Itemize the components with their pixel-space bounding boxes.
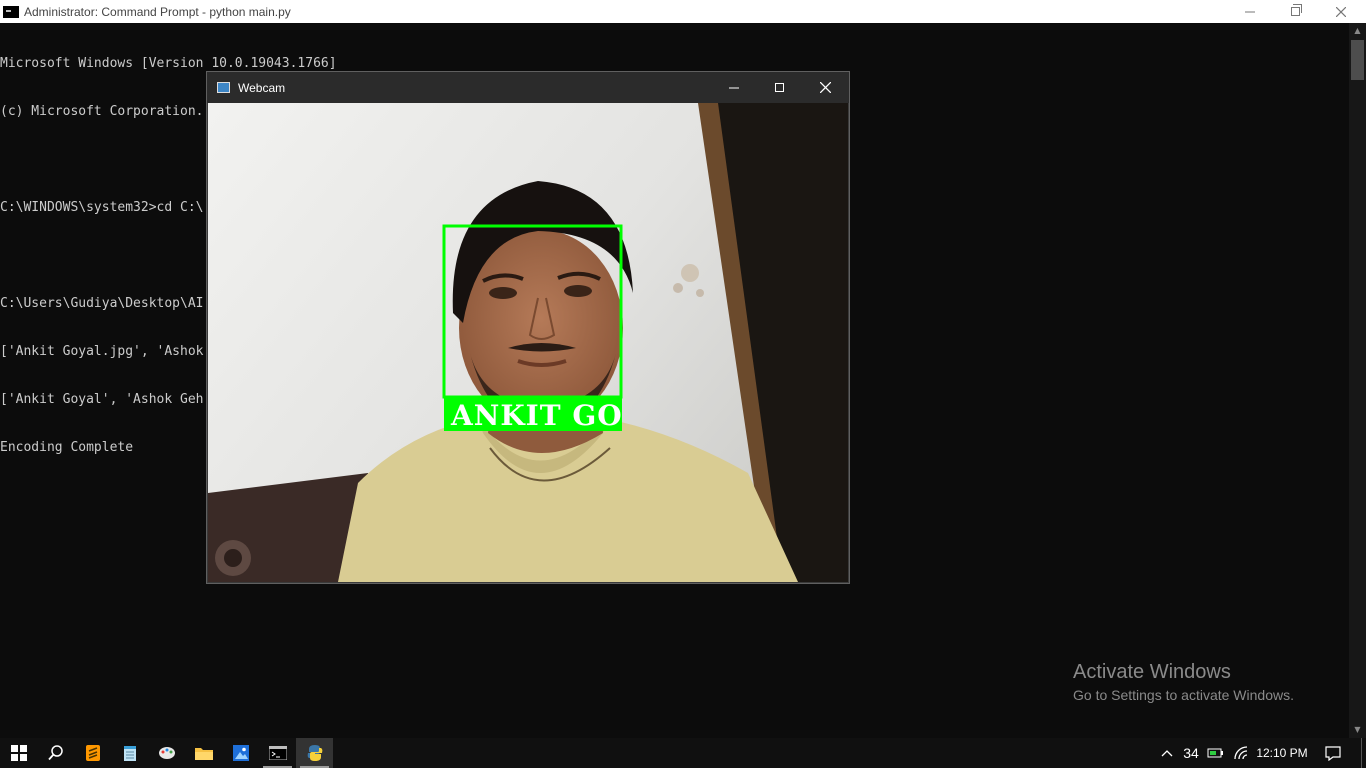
- cmd-close-button[interactable]: [1318, 0, 1364, 23]
- scrollbar-thumb[interactable]: [1351, 40, 1364, 80]
- network-status[interactable]: [1230, 738, 1252, 768]
- start-button[interactable]: [0, 738, 37, 768]
- taskbar-app-sublime[interactable]: [74, 738, 111, 768]
- webcam-minimize-button[interactable]: [711, 72, 757, 103]
- webcam-close-button[interactable]: [802, 72, 848, 103]
- webcam-window[interactable]: Webcam ANKIT GO: [207, 72, 849, 583]
- webcam-window-title: Webcam: [238, 80, 286, 95]
- wifi-icon: [1234, 746, 1248, 760]
- windows-start-icon: [10, 745, 27, 761]
- face-label-banner: ANKIT GOYAL: [444, 397, 622, 431]
- search-icon: [47, 745, 63, 761]
- minimize-icon: [1245, 11, 1255, 12]
- close-icon: [819, 82, 831, 93]
- search-button[interactable]: [37, 738, 74, 768]
- paint-icon: [158, 747, 175, 759]
- console-line: Microsoft Windows [Version 10.0.19043.17…: [0, 56, 337, 71]
- photos-icon: [232, 745, 249, 761]
- cmd-restore-button[interactable]: [1272, 0, 1318, 23]
- python-icon: [307, 745, 322, 761]
- file-explorer-icon: [194, 748, 213, 760]
- system-clock[interactable]: 12:10 PM: [1253, 738, 1311, 768]
- cmd-minimize-button[interactable]: [1227, 0, 1273, 23]
- show-desktop-button[interactable]: [1361, 738, 1366, 768]
- action-center-button[interactable]: [1318, 738, 1348, 768]
- command-prompt-icon: [3, 5, 19, 18]
- scroll-down-arrow-icon[interactable]: ▼: [1349, 722, 1366, 738]
- taskbar-app-paint[interactable]: [148, 738, 185, 768]
- scroll-up-arrow-icon[interactable]: ▲: [1349, 23, 1366, 39]
- close-icon: [1336, 6, 1346, 17]
- chevron-up-icon: [1161, 750, 1173, 757]
- vertical-scrollbar[interactable]: ▲ ▼: [1349, 23, 1366, 738]
- cmd-title-bar[interactable]: Administrator: Command Prompt - python m…: [0, 0, 1366, 23]
- maximize-icon: [774, 83, 784, 92]
- activate-windows-watermark: Activate Windows Go to Settings to activ…: [1073, 660, 1294, 704]
- taskbar-app-file-explorer[interactable]: [185, 738, 222, 768]
- taskbar-app-python[interactable]: [296, 738, 333, 768]
- webcam-maximize-button[interactable]: [756, 72, 802, 103]
- battery-status[interactable]: [1205, 738, 1227, 768]
- window-app-icon: [217, 82, 230, 93]
- watermark-title: Activate Windows: [1073, 661, 1231, 683]
- command-prompt-icon: [268, 746, 287, 760]
- notification-icon: [1325, 746, 1341, 761]
- sublime-text-icon: [85, 745, 100, 761]
- watermark-subtitle: Go to Settings to activate Windows.: [1073, 687, 1294, 703]
- taskbar-app-command-prompt[interactable]: [259, 738, 296, 768]
- webcam-scene: [208, 103, 848, 582]
- notepad-icon: [123, 746, 136, 761]
- show-hidden-icons-button[interactable]: [1157, 738, 1177, 768]
- battery-charging-icon: [1207, 748, 1223, 758]
- face-label-text: ANKIT GOYAL: [451, 399, 622, 431]
- taskbar-app-notepad[interactable]: [111, 738, 148, 768]
- webcam-title-bar[interactable]: Webcam: [207, 72, 849, 103]
- weather-temperature[interactable]: 34: [1179, 738, 1203, 768]
- taskbar: 34 12:10 PM: [0, 738, 1366, 768]
- cmd-window-title: Administrator: Command Prompt - python m…: [24, 4, 291, 19]
- minimize-icon: [729, 87, 739, 88]
- restore-icon: [1290, 4, 1302, 16]
- taskbar-app-photos[interactable]: [222, 738, 259, 768]
- webcam-video-frame: ANKIT GOYAL: [208, 103, 848, 582]
